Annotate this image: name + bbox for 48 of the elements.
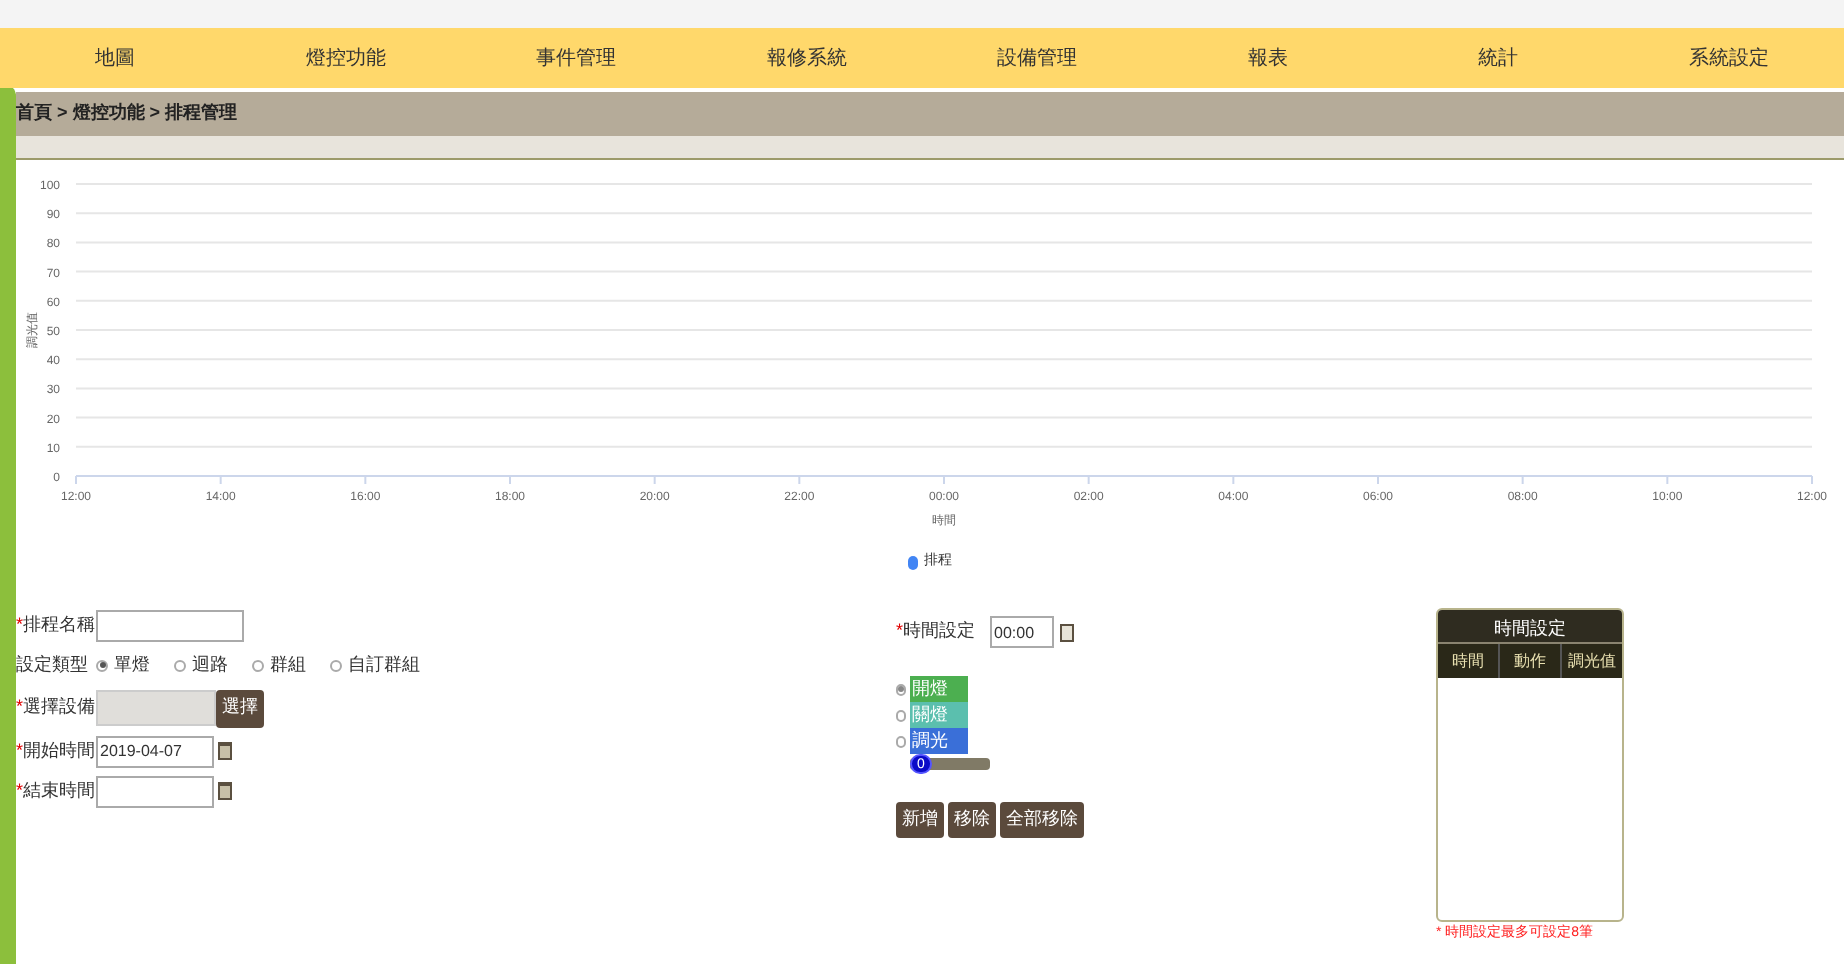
calendar-icon[interactable] [218,782,232,800]
action-button[interactable]: 新增 [896,802,944,838]
required-mark: * [896,618,904,645]
breadcrumb: 首頁 > 燈控功能 > 排程管理 [16,100,238,127]
radio-label: 單燈 [114,651,150,678]
table-title: 時間設定 [1438,610,1622,642]
action-option[interactable]: 調光 [910,728,968,754]
radio-button[interactable] [896,683,906,695]
field-label: 時間設定 [903,618,976,645]
date-field[interactable] [96,775,214,807]
radio-button[interactable] [96,659,108,671]
field-label: 結束時間 [23,777,96,804]
nav-link[interactable]: 燈控功能 [230,43,461,73]
field-label: 選擇設備 [23,694,96,721]
time-field[interactable]: 00:00 [990,616,1054,648]
radio-button[interactable] [896,735,906,747]
radio-button[interactable] [896,709,906,721]
field-label: 排程名稱 [23,611,96,638]
field-label: 設定類型 [16,651,88,678]
radio-label: 自訂群組 [348,651,420,678]
column-header: 時間 [1450,650,1486,674]
nav-link[interactable]: 地圖 [0,43,231,73]
nav-link[interactable]: 報修系統 [691,43,922,73]
column-header: 調光值 [1560,644,1622,678]
required-mark: * [16,694,24,721]
radio-label: 迴路 [192,651,228,678]
radio-button[interactable] [174,659,186,671]
device-field [96,690,216,726]
nav-link[interactable]: 設備管理 [922,43,1153,73]
column-header: 動作 [1498,644,1560,678]
nav-link[interactable]: 統計 [1383,43,1614,73]
select-button[interactable]: 選擇 [216,689,264,727]
radio-button[interactable] [252,659,264,671]
action-button[interactable]: 全部移除 [1000,802,1084,838]
radio-button[interactable] [330,659,342,671]
radio-label: 群組 [270,651,306,678]
name-field[interactable] [96,609,244,641]
required-mark: * [16,737,24,764]
calendar-icon[interactable] [218,742,232,760]
nav-link[interactable]: 事件管理 [461,43,692,73]
field-label: 開始時間 [23,737,96,764]
action-button[interactable]: 移除 [948,802,996,838]
date-field[interactable]: 2019-04-07 [96,735,214,767]
nav-link[interactable]: 報表 [1152,43,1383,73]
required-mark: * [16,611,24,638]
nav-link[interactable]: 系統設定 [1613,43,1844,73]
clock-icon[interactable] [1060,623,1074,641]
required-mark: * [16,777,24,804]
